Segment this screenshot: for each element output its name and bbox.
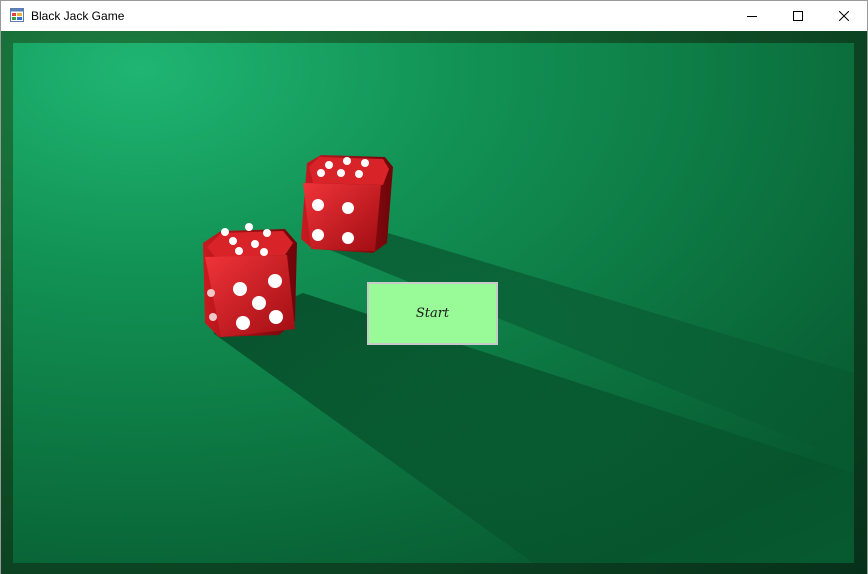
close-button[interactable] — [821, 1, 867, 31]
minimize-button[interactable] — [729, 1, 775, 31]
red-die-front — [203, 223, 297, 337]
title-bar[interactable]: Black Jack Game — [1, 1, 867, 31]
maximize-button[interactable] — [775, 1, 821, 31]
windows-form-icon — [10, 8, 24, 22]
start-button[interactable]: Start — [367, 282, 498, 345]
window-title: Black Jack Game — [31, 9, 125, 23]
form-client-area: Start — [1, 31, 867, 574]
minimize-icon — [747, 16, 757, 17]
app-window: Black Jack Game Start — [0, 0, 868, 574]
maximize-icon — [793, 11, 803, 21]
close-icon — [839, 11, 849, 21]
red-die-back — [301, 155, 393, 253]
